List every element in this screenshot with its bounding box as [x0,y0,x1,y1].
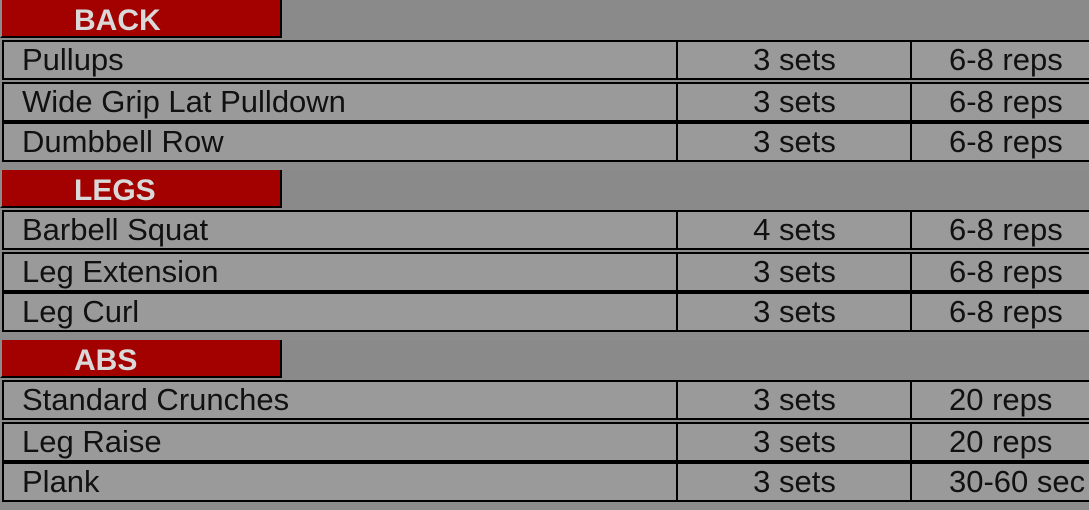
table-row: Pullups 3 sets 6-8 reps [0,40,1089,80]
exercise-name: Leg Curl [2,292,679,332]
exercise-name: Barbell Squat [2,210,679,250]
table-row: Plank 3 sets 30-60 sec [0,462,1089,502]
section-header: LEGS [0,170,1089,210]
section-back: BACK Pullups 3 sets 6-8 reps Wide Grip L… [0,0,1089,170]
table-row: Leg Extension 3 sets 6-8 reps [0,252,1089,292]
exercise-reps: 30-60 sec [910,462,1089,502]
exercise-table: Standard Crunches 3 sets 20 reps Leg Rai… [0,380,1089,507]
section-title: ABS [74,344,138,377]
exercise-reps: 20 reps [910,380,1089,420]
exercise-name: Leg Extension [2,252,679,292]
table-row: Dumbbell Row 3 sets 6-8 reps [0,122,1089,162]
exercise-reps: 6-8 reps [910,210,1089,250]
section-tab: LEGS [0,170,282,208]
exercise-reps: 6-8 reps [910,292,1089,332]
exercise-sets: 4 sets [676,210,913,250]
section-tab: ABS [0,340,282,378]
section-header: BACK [0,0,1089,40]
section-title: BACK [74,4,161,37]
exercise-name: Leg Raise [2,422,679,462]
exercise-reps: 6-8 reps [910,82,1089,122]
section-abs: ABS Standard Crunches 3 sets 20 reps Leg… [0,340,1089,510]
exercise-table: Barbell Squat 4 sets 6-8 reps Leg Extens… [0,210,1089,337]
exercise-reps: 20 reps [910,422,1089,462]
exercise-name: Standard Crunches [2,380,679,420]
exercise-table: Pullups 3 sets 6-8 reps Wide Grip Lat Pu… [0,40,1089,167]
exercise-sets: 3 sets [676,292,913,332]
exercise-sets: 3 sets [676,40,913,80]
table-row: Wide Grip Lat Pulldown 3 sets 6-8 reps [0,82,1089,122]
exercise-reps: 6-8 reps [910,252,1089,292]
section-tab: BACK [0,0,282,38]
exercise-reps: 6-8 reps [910,122,1089,162]
table-row: Barbell Squat 4 sets 6-8 reps [0,210,1089,250]
table-row: Standard Crunches 3 sets 20 reps [0,380,1089,420]
exercise-sets: 3 sets [676,380,913,420]
exercise-reps: 6-8 reps [910,40,1089,80]
exercise-name: Dumbbell Row [2,122,679,162]
section-legs: LEGS Barbell Squat 4 sets 6-8 reps Leg E… [0,170,1089,340]
exercise-sets: 3 sets [676,252,913,292]
section-title: LEGS [74,174,156,207]
exercise-sets: 3 sets [676,122,913,162]
table-row: Leg Raise 3 sets 20 reps [0,422,1089,462]
section-header: ABS [0,340,1089,380]
exercise-name: Plank [2,462,679,502]
table-row: Leg Curl 3 sets 6-8 reps [0,292,1089,332]
exercise-sets: 3 sets [676,462,913,502]
exercise-sets: 3 sets [676,422,913,462]
exercise-name: Pullups [2,40,679,80]
exercise-sets: 3 sets [676,82,913,122]
exercise-name: Wide Grip Lat Pulldown [2,82,679,122]
